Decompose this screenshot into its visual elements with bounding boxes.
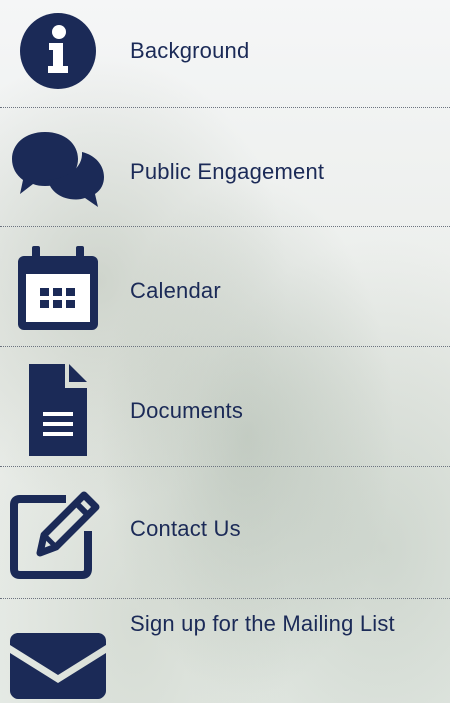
speech-bubbles-icon <box>8 129 108 209</box>
menu-item-label: Sign up for the Mailing List <box>130 611 395 636</box>
menu-item-label: Background <box>130 38 250 63</box>
divider <box>0 346 450 347</box>
menu-item-public-engagement[interactable]: Public Engagement <box>0 115 450 225</box>
menu-item-documents[interactable]: Documents <box>0 354 450 466</box>
edit-icon <box>8 482 108 580</box>
menu-item-label: Calendar <box>130 278 221 303</box>
menu-item-mailing-list[interactable]: Sign up for the Mailing List <box>0 605 450 703</box>
document-icon <box>8 362 108 458</box>
calendar-icon <box>8 244 108 332</box>
menu-item-calendar[interactable]: Calendar <box>0 234 450 346</box>
envelope-icon <box>8 631 108 701</box>
divider <box>0 466 450 467</box>
side-menu: Background Public Engagement Calendar Do… <box>0 0 450 703</box>
divider <box>0 107 450 108</box>
menu-item-label: Contact Us <box>130 516 241 541</box>
menu-item-contact-us[interactable]: Contact Us <box>0 474 450 588</box>
info-circle-icon <box>8 13 108 89</box>
divider <box>0 598 450 599</box>
menu-item-label: Public Engagement <box>130 159 325 184</box>
divider <box>0 226 450 227</box>
menu-item-background[interactable]: Background <box>0 8 450 94</box>
menu-item-label: Documents <box>130 398 244 423</box>
